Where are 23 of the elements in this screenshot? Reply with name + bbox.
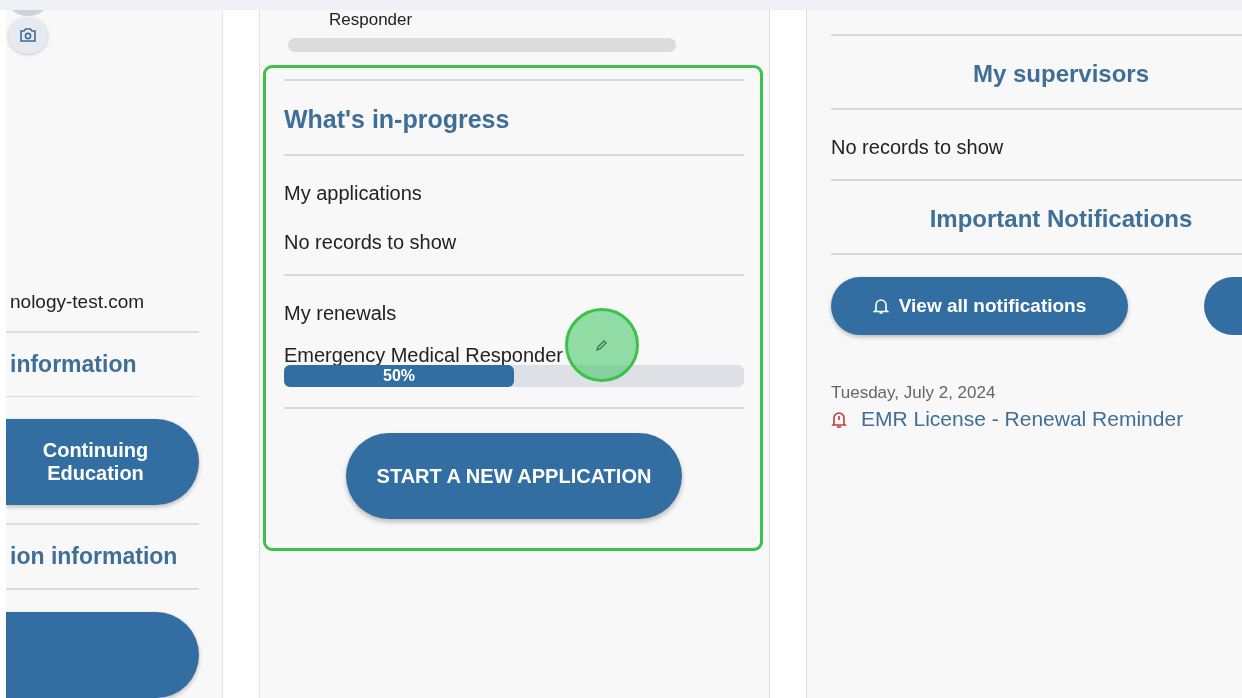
bell-icon: [872, 297, 889, 315]
view-notifications-button[interactable]: View all notifications: [831, 277, 1128, 335]
camera-icon: [19, 27, 37, 44]
start-application-button[interactable]: START A NEW APPLICATION: [346, 433, 682, 519]
section-heading: information: [10, 350, 138, 378]
progress-reading: 50%: [383, 367, 415, 385]
section-title: What's in-progress: [284, 105, 511, 134]
renewal-name: Emergency Medical Responder: [284, 343, 564, 367]
notification-date: Tuesday, July 2, 2024: [831, 383, 997, 403]
section-heading: ion information: [10, 543, 179, 571]
notification-link[interactable]: EMR License - Renewal Reminder: [861, 407, 1184, 431]
subsection-label: My renewals: [284, 302, 398, 325]
empty-message: No records to show: [284, 231, 458, 254]
section-title: My supervisors: [971, 60, 1151, 88]
application-button[interactable]: [6, 612, 199, 698]
camera-button[interactable]: [8, 17, 48, 54]
continuing-education-button[interactable]: Continuing Education: [6, 419, 199, 506]
empty-message: No records to show: [831, 136, 1005, 159]
item-name: Responder: [329, 10, 414, 30]
alert-bell-icon: [831, 410, 847, 428]
email-text: nology-test.com: [10, 290, 146, 313]
subsection-label: My applications: [284, 182, 423, 205]
section-title: Important Notifications: [928, 205, 1194, 233]
